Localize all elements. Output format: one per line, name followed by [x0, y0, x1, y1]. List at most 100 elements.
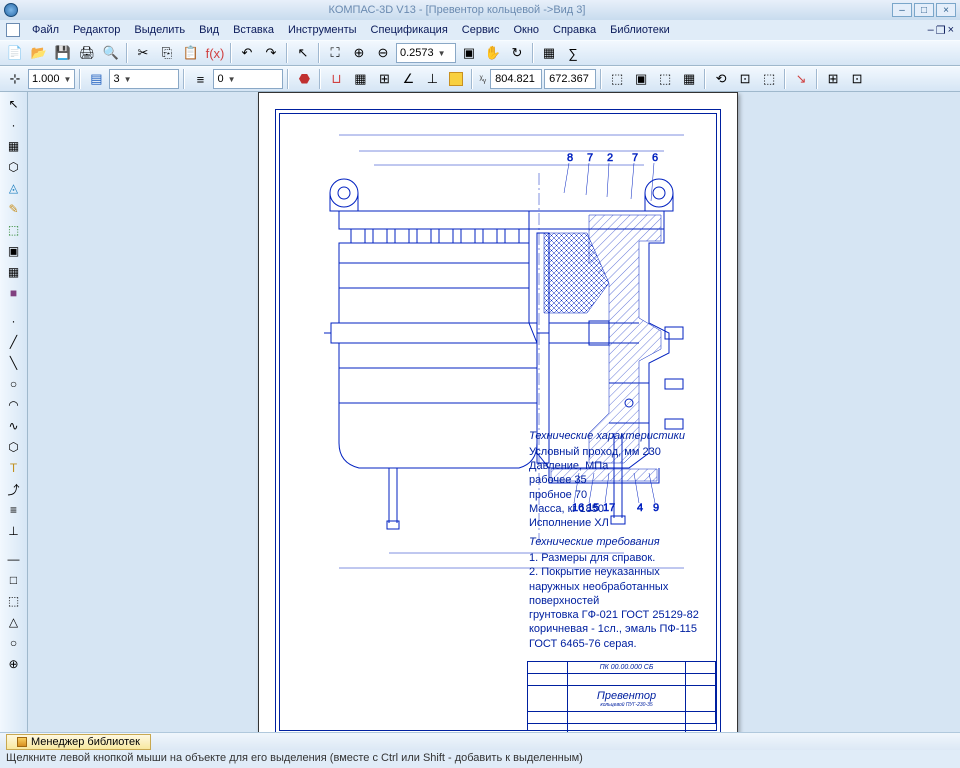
- snap-toggle[interactable]: ⊔: [325, 68, 347, 90]
- refresh-button[interactable]: ↻: [506, 42, 528, 64]
- coord-y-field[interactable]: 672.367: [544, 69, 596, 89]
- tool-measure[interactable]: ■: [3, 283, 25, 303]
- tool-f[interactable]: ⊡: [734, 68, 756, 90]
- coord-x-field[interactable]: 804.821: [490, 69, 542, 89]
- tool-dim[interactable]: ⬡: [3, 157, 25, 177]
- menu-editor[interactable]: Редактор: [67, 22, 126, 38]
- menu-service[interactable]: Сервис: [456, 22, 506, 38]
- vtool-rect2[interactable]: ⬚: [3, 591, 25, 611]
- tool-icon: ↘: [793, 71, 809, 87]
- menu-file[interactable]: Файл: [26, 22, 65, 38]
- chevron-down-icon: ▼: [64, 75, 72, 84]
- zoom-dropdown[interactable]: 0.2573 ▼: [396, 43, 456, 63]
- tool-param[interactable]: ▦: [3, 262, 25, 282]
- menu-spec[interactable]: Спецификация: [365, 22, 454, 38]
- stop-button[interactable]: ⬣: [293, 68, 315, 90]
- vtool-arc[interactable]: ◠: [3, 395, 25, 415]
- menu-help[interactable]: Справка: [547, 22, 602, 38]
- zoom-window-button[interactable]: ▣: [458, 42, 480, 64]
- vtool-spline[interactable]: ∿: [3, 416, 25, 436]
- tool-c[interactable]: ⬚: [654, 68, 676, 90]
- tool-edit[interactable]: ▣: [3, 241, 25, 261]
- tool-geom[interactable]: ▦: [3, 136, 25, 156]
- menu-view[interactable]: Вид: [193, 22, 225, 38]
- tech-line: Давление, МПа: [529, 459, 709, 473]
- vars-button[interactable]: ∑: [562, 42, 584, 64]
- canvas-area[interactable]: 8 7 2 7 6: [28, 92, 960, 732]
- preview-button[interactable]: 🔍: [100, 42, 122, 64]
- tool-e[interactable]: ⟲: [710, 68, 732, 90]
- tool-icon: ▦: [681, 71, 697, 87]
- round-button[interactable]: [445, 68, 467, 90]
- snap-button[interactable]: ⊹: [4, 68, 26, 90]
- vtool-equal[interactable]: ≡: [3, 500, 25, 520]
- svg-text:7: 7: [587, 152, 593, 164]
- doc-close[interactable]: ×: [948, 24, 954, 36]
- style-dropdown[interactable]: 0 ▼: [213, 69, 283, 89]
- menu-libraries[interactable]: Библиотеки: [604, 22, 676, 38]
- library-manager-tab[interactable]: Менеджер библиотек: [6, 734, 151, 750]
- tool-i[interactable]: ⊞: [822, 68, 844, 90]
- tool-j[interactable]: ⊡: [846, 68, 868, 90]
- tool-table[interactable]: ⬚: [3, 220, 25, 240]
- new-button[interactable]: 📄: [4, 42, 26, 64]
- style-button[interactable]: ≡: [189, 68, 211, 90]
- menu-window[interactable]: Окно: [507, 22, 545, 38]
- copy-button[interactable]: ⎘: [156, 42, 178, 64]
- preview-icon: 🔍: [103, 45, 119, 61]
- tool-select[interactable]: ↖: [3, 94, 25, 114]
- tool-hatch[interactable]: ◬: [3, 178, 25, 198]
- tool-b[interactable]: ▣: [630, 68, 652, 90]
- menu-tools[interactable]: Инструменты: [282, 22, 363, 38]
- menu-select[interactable]: Выделить: [128, 22, 191, 38]
- angle-button[interactable]: ∠: [397, 68, 419, 90]
- perp-button[interactable]: ⊥: [421, 68, 443, 90]
- vtool-line2[interactable]: ╲: [3, 353, 25, 373]
- vtool-circ2[interactable]: ○: [3, 633, 25, 653]
- layer-dropdown[interactable]: 3 ▼: [109, 69, 179, 89]
- layer-mgr-button[interactable]: ▤: [85, 68, 107, 90]
- zoom-fit-button[interactable]: ⛶: [324, 42, 346, 64]
- zoom-out-button[interactable]: ⊖: [372, 42, 394, 64]
- cut-button[interactable]: ✂: [132, 42, 154, 64]
- tool-g[interactable]: ⬚: [758, 68, 780, 90]
- vtool-perp[interactable]: ⊥: [3, 521, 25, 541]
- vtool-hline[interactable]: —: [3, 549, 25, 569]
- vtool-pt[interactable]: ·: [3, 311, 25, 331]
- menu-insert[interactable]: Вставка: [227, 22, 280, 38]
- vtool-target[interactable]: ⊕: [3, 654, 25, 674]
- vtool-tri[interactable]: △: [3, 612, 25, 632]
- vtool-rect[interactable]: □: [3, 570, 25, 590]
- view-mgr-button[interactable]: ▦: [538, 42, 560, 64]
- doc-minimize[interactable]: –: [928, 24, 934, 36]
- tech-line: 2. Покрытие неуказанных наружных необраб…: [529, 565, 709, 608]
- pan-button[interactable]: ✋: [482, 42, 504, 64]
- tool-text[interactable]: ✎: [3, 199, 25, 219]
- tool-point[interactable]: ·: [3, 115, 25, 135]
- close-button[interactable]: ×: [936, 3, 956, 17]
- minimize-button[interactable]: –: [892, 3, 912, 17]
- tool-a[interactable]: ⬚: [606, 68, 628, 90]
- print-button[interactable]: 🖨: [76, 42, 98, 64]
- pointer-button[interactable]: ↖: [292, 42, 314, 64]
- open-button[interactable]: 📂: [28, 42, 50, 64]
- paste-button[interactable]: 📋: [180, 42, 202, 64]
- props-button[interactable]: f(x): [204, 42, 226, 64]
- vtool-line[interactable]: ╱: [3, 332, 25, 352]
- vtool-letter[interactable]: T: [3, 458, 25, 478]
- vtool-circle[interactable]: ○: [3, 374, 25, 394]
- doc-restore[interactable]: ❐: [936, 24, 946, 37]
- tool-d[interactable]: ▦: [678, 68, 700, 90]
- scale-dropdown[interactable]: 1.000 ▼: [28, 69, 75, 89]
- ortho-button[interactable]: ⊞: [373, 68, 395, 90]
- zoom-in-button[interactable]: ⊕: [348, 42, 370, 64]
- maximize-button[interactable]: □: [914, 3, 934, 17]
- vtool-fillet[interactable]: ⤴: [3, 479, 25, 499]
- grid-button[interactable]: ▦: [349, 68, 371, 90]
- undo-button[interactable]: ↶: [236, 42, 258, 64]
- redo-button[interactable]: ↷: [260, 42, 282, 64]
- tool-h[interactable]: ↘: [790, 68, 812, 90]
- save-button[interactable]: 💾: [52, 42, 74, 64]
- doc-icon[interactable]: [6, 23, 20, 37]
- vtool-poly[interactable]: ⬡: [3, 437, 25, 457]
